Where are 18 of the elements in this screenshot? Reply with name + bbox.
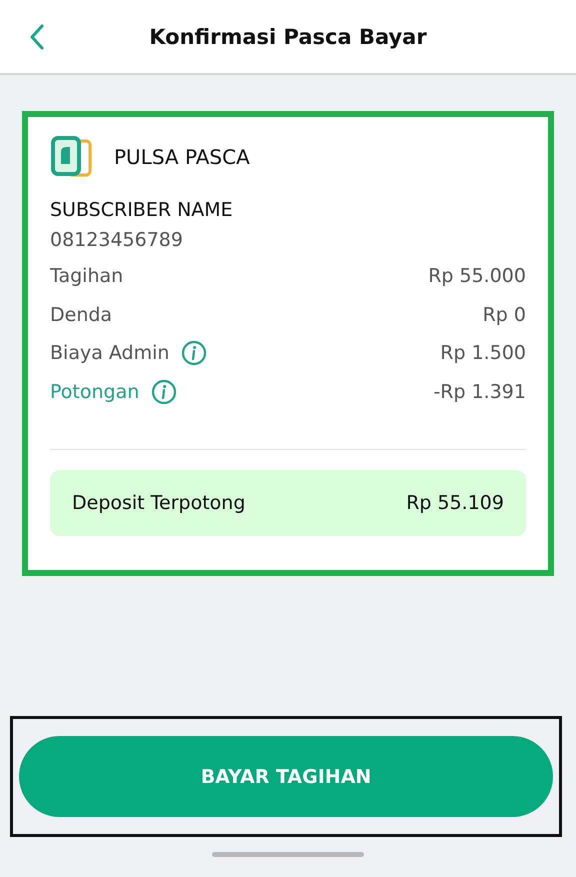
phone-number: 08123456789 [50,229,184,251]
info-icon[interactable] [181,340,208,366]
row-label: Tagihan [50,265,124,288]
row-label: Biaya Admin [50,342,170,364]
info-icon[interactable] [151,378,178,405]
total-label: Deposit Terpotong [72,492,246,514]
row-label: Denda [50,304,112,326]
row-label: Potongan [50,380,140,403]
pay-button[interactable]: BAYAR TAGIHAN [19,736,553,817]
row-value: Rp 0 [482,304,526,326]
product-name: PULSA PASCA [114,145,250,169]
subscriber-name: SUBSCRIBER NAME [50,199,234,221]
row-value: Rp 1.500 [440,342,526,364]
row-value: Rp 55.000 [428,265,526,288]
screen-title: Konfirmasi Pasca Bayar [149,24,427,48]
sim-card-icon [50,135,94,179]
row-value: -Rp 1.391 [433,380,526,403]
total-value: Rp 55.109 [406,492,504,514]
